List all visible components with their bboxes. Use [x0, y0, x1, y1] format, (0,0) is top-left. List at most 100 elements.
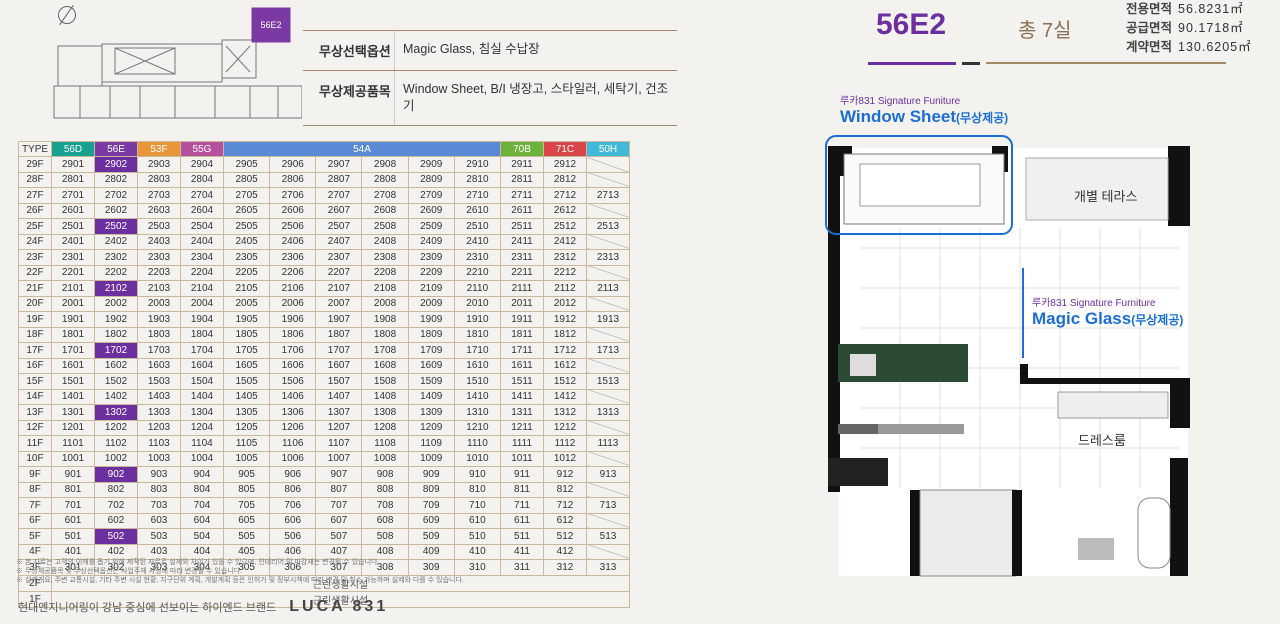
unit-cell: 1108 [361, 435, 409, 452]
unit-cell: 2205 [222, 264, 271, 281]
unit-cell: 808 [361, 481, 409, 498]
unit-cell: 2006 [269, 295, 317, 312]
unit-cell: 1703 [137, 342, 181, 359]
unit-cell: 1510 [453, 373, 502, 390]
unit-cell: 1403 [137, 388, 181, 405]
note-line: ※ 설계개요, 주변 교통시설, 기타 주변 시설 현황, 지구단위 계획, 개… [16, 577, 464, 584]
unit-cell: 1002 [94, 450, 138, 467]
unit-cell: 2710 [453, 187, 502, 204]
unit-cell: 2905 [222, 156, 271, 173]
unit-cell: 2107 [315, 280, 363, 297]
unit-cell: 2106 [269, 280, 317, 297]
area-label: 계약면적 [1126, 40, 1173, 54]
unit-cell: 609 [407, 512, 455, 529]
unit-cell: 2802 [94, 171, 138, 188]
unit-cell: 2712 [543, 187, 587, 204]
unit-cell: 1205 [222, 419, 271, 436]
floor-cell: 18F [18, 326, 52, 343]
area-label: 전용면적 [1126, 2, 1173, 16]
unit-cell: 2605 [222, 202, 271, 219]
unit-cell: 2007 [315, 295, 363, 312]
unit-cell: 2201 [51, 264, 95, 281]
unit-cell: 1702 [94, 342, 138, 359]
unit-cell: 1005 [222, 450, 271, 467]
unit-cell: 1602 [94, 357, 138, 374]
title-underline-dark [962, 62, 980, 65]
unit-cell: 711 [500, 497, 544, 514]
unit-cell: 2612 [543, 202, 587, 219]
unit-cell: 2410 [453, 233, 502, 250]
unit-cell: 1312 [543, 404, 587, 421]
unit-cell: 1601 [51, 357, 95, 374]
unit-cell: 501 [51, 528, 95, 545]
unit-cell: 807 [315, 481, 363, 498]
unit-cell: 812 [543, 481, 587, 498]
unit-cell: 2603 [137, 202, 181, 219]
table-row: 20F 2001 2002 2003 2004 2005 2006 2007 2008 2009 2… [18, 295, 630, 312]
unit-cell: 913 [586, 466, 630, 483]
unit-cell: 1910 [453, 311, 502, 328]
unit-cell: 2602 [94, 202, 138, 219]
unit-cell: 908 [361, 466, 409, 483]
callout-title-text: Window Sheet [840, 107, 957, 126]
area-row: 전용면적 56.8231㎡ [1126, 0, 1252, 19]
unit-cell: 1901 [51, 311, 95, 328]
unit-cell [586, 481, 630, 498]
unit-cell: 2704 [180, 187, 224, 204]
callout-tag: (무상제공) [956, 111, 1009, 125]
unit-cell: 2901 [51, 156, 95, 173]
unit-cell: 1001 [51, 450, 95, 467]
unit-cell: 1105 [222, 435, 271, 452]
header-71c: 71C [543, 141, 587, 157]
unit-cell: 1707 [315, 342, 363, 359]
area-value: 56.8231㎡ [1178, 2, 1244, 16]
unit-cell: 1904 [180, 311, 224, 328]
unit-cell: 2412 [543, 233, 587, 250]
window-sheet-callout: 루카831 Signature Funiture Window Sheet(무상… [840, 92, 1008, 127]
unit-cell: 2509 [407, 218, 455, 235]
unit-cell: 1605 [222, 357, 271, 374]
unit-cell: 2606 [269, 202, 317, 219]
unit-cell: 1507 [315, 373, 363, 390]
unit-cell: 1412 [543, 388, 587, 405]
unit-cell: 804 [180, 481, 224, 498]
unit-cell: 1113 [586, 435, 630, 452]
callout-title-text: Magic Glass [1032, 309, 1132, 328]
unit-cell: 1811 [500, 326, 544, 343]
table-row: 15F 1501 1502 1503 1504 1505 1506 1507 1508 1509 1… [18, 373, 630, 390]
unit-cell: 602 [94, 512, 138, 529]
unit-cell: 2210 [453, 264, 502, 281]
unit-cell: 1212 [543, 419, 587, 436]
unit-cell: 2204 [180, 264, 224, 281]
unit-cell: 1610 [453, 357, 502, 374]
unit-cell: 1508 [361, 373, 409, 390]
header-55g: 55G [180, 141, 224, 157]
unit-cell: 910 [453, 466, 502, 483]
unit-cell: 1306 [269, 404, 317, 421]
unit-cell: 2002 [94, 295, 138, 312]
unit-cell: 2709 [407, 187, 455, 204]
option-row-free-select: 무상선택옵션 Magic Glass, 침실 수납장 [303, 30, 677, 71]
unit-cell: 1909 [407, 311, 455, 328]
option-key: 무상선택옵션 [303, 31, 395, 70]
unit-cell: 2005 [222, 295, 271, 312]
unit-cell: 1204 [180, 419, 224, 436]
header-70b: 70B [500, 141, 544, 157]
unit-cell: 412 [543, 543, 587, 560]
table-row: 21F 2101 2102 2103 2104 2105 2106 2107 2108 2109 2… [18, 280, 630, 297]
unit-cell [586, 233, 630, 250]
unit-cell: 2908 [361, 156, 409, 173]
floor-cell: 9F [18, 466, 52, 483]
unit-cell: 2406 [269, 233, 317, 250]
unit-cell: 1111 [500, 435, 544, 452]
unit-cell: 810 [453, 481, 502, 498]
table-row: 17F 1701 1702 1703 1704 1705 1706 1707 1708 1709 1… [18, 342, 630, 359]
unit-cell: 805 [222, 481, 271, 498]
unit-cell: 901 [51, 466, 95, 483]
unit-cell: 2306 [269, 249, 317, 266]
unit-cell: 1806 [269, 326, 317, 343]
unit-cell: 1402 [94, 388, 138, 405]
unit-cell: 1008 [361, 450, 409, 467]
unit-cell: 1308 [361, 404, 409, 421]
table-row: 26F 2601 2602 2603 2604 2605 2606 2607 2608 2609 2… [18, 202, 630, 219]
